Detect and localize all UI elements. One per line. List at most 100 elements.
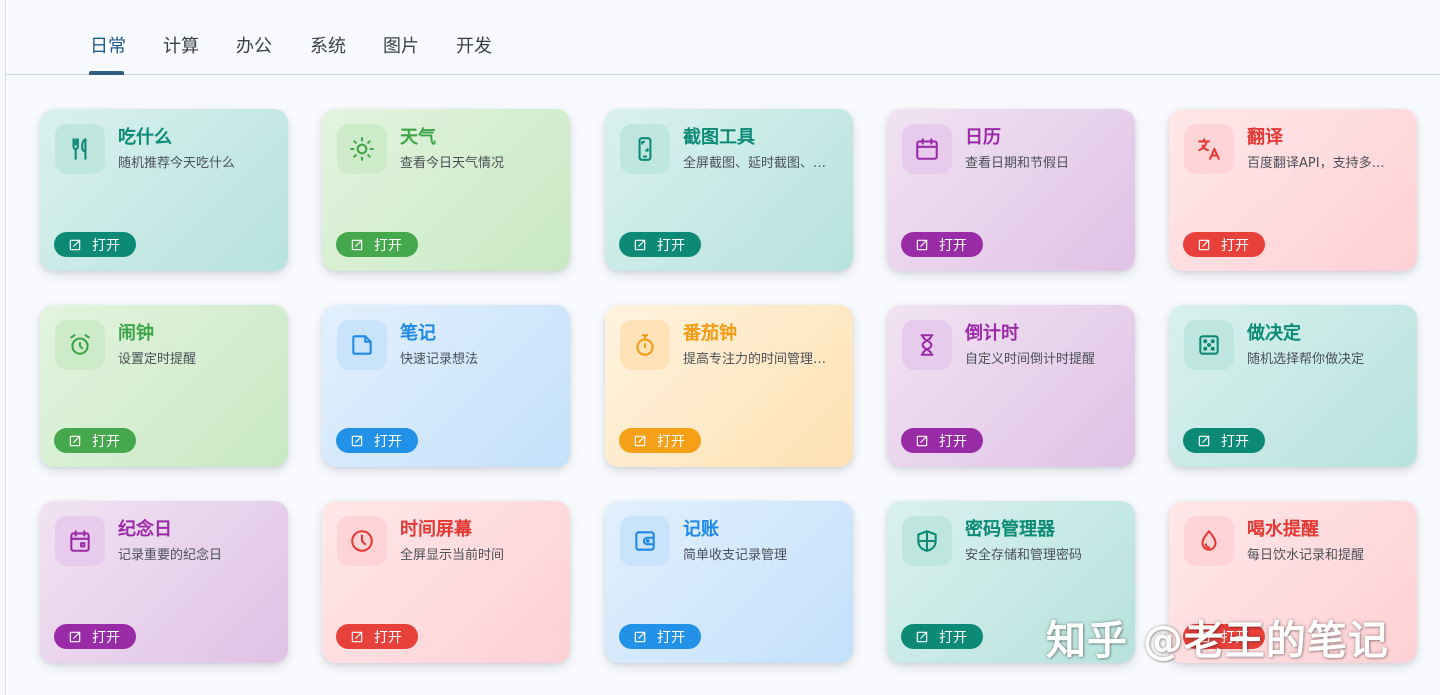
open-button[interactable]: 打开 — [619, 428, 701, 453]
tool-icon-box — [1184, 320, 1234, 370]
screenshot-icon — [638, 137, 652, 161]
open-button-label: 打开 — [1221, 433, 1249, 450]
external-link-icon — [634, 435, 646, 446]
tool-description: 记录重要的纪念日 — [118, 548, 223, 563]
tool-icon-box — [620, 516, 670, 566]
clock-icon — [351, 530, 373, 552]
open-button[interactable]: 打开 — [54, 428, 136, 453]
watermark: 知乎 @老王的笔记 — [1046, 618, 1389, 664]
external-link-icon — [351, 435, 363, 446]
open-button-label: 打开 — [1221, 237, 1249, 254]
tool-icon-box — [1184, 124, 1234, 174]
tool-card[interactable]: 日历 查看日期和节假日 打开 — [887, 109, 1135, 271]
external-link-icon — [916, 631, 928, 642]
tool-card[interactable]: 笔记 快速记录想法 打开 — [322, 305, 570, 467]
tool-card[interactable]: 时间屏幕全屏显示当前时间打开 — [322, 501, 570, 663]
tool-icon-box — [337, 320, 387, 370]
sun-icon — [350, 137, 374, 161]
external-link-icon — [69, 435, 81, 446]
tool-card[interactable]: 倒计时自定义时间倒计时提醒打开 — [887, 305, 1135, 467]
tool-title: 时间屏幕 — [400, 519, 472, 540]
open-button[interactable]: 打开 — [619, 624, 701, 649]
external-link-icon — [916, 435, 928, 446]
translate-icon — [1198, 138, 1220, 160]
open-button-label: 打开 — [657, 629, 685, 646]
tool-title: 日历 — [965, 127, 1001, 148]
external-link-icon — [69, 239, 81, 250]
external-link-icon — [1198, 239, 1210, 250]
stopwatch-icon — [636, 334, 654, 356]
tool-description: 提高专注力的时间管理… — [683, 352, 827, 367]
tool-icon-box — [55, 124, 105, 174]
tool-card[interactable]: 翻译百度翻译API，支持多… 打开 — [1169, 109, 1417, 271]
open-button[interactable]: 打开 — [336, 232, 418, 257]
tool-card[interactable]: 闹钟 设置定时提醒 打开 — [40, 305, 288, 467]
open-button[interactable]: 打开 — [336, 624, 418, 649]
tab-daily[interactable]: 日常 — [90, 32, 126, 58]
tool-description: 简单收支记录管理 — [683, 548, 788, 563]
tab-office[interactable]: 办公 — [236, 32, 272, 58]
tool-card[interactable]: 天气 查看今日天气情况 打开 — [322, 109, 570, 271]
tool-card[interactable]: 截图工具 全屏截图、延时截图、… 打开 — [605, 109, 853, 271]
tool-title: 记账 — [683, 519, 719, 540]
calendar-icon — [916, 138, 938, 160]
tool-title: 截图工具 — [683, 127, 755, 148]
tab-bar: 日常 计算 办公 系统 图片 开发 — [6, 0, 1440, 75]
open-button[interactable]: 打开 — [54, 624, 136, 649]
tool-icon-box — [55, 516, 105, 566]
open-button-label: 打开 — [657, 237, 685, 254]
open-button[interactable]: 打开 — [619, 232, 701, 257]
tool-icon-box — [1184, 516, 1234, 566]
utensils-icon — [72, 138, 87, 160]
open-button[interactable]: 打开 — [54, 232, 136, 257]
tool-card[interactable]: 吃什么 随机推荐今天吃什么 打开 — [40, 109, 288, 271]
app-window: 日常 计算 办公 系统 图片 开发 吃什么 随机推荐今天吃什么 打开 天气 查看今日天气… — [5, 0, 1440, 695]
tool-description: 自定义时间倒计时提醒 — [965, 352, 1096, 367]
tool-card[interactable]: 记账简单收支记录管理打开 — [605, 501, 853, 663]
tab-images[interactable]: 图片 — [383, 32, 419, 58]
tool-title: 闹钟 — [118, 323, 154, 344]
open-button[interactable]: 打开 — [901, 624, 983, 649]
external-link-icon — [634, 239, 646, 250]
external-link-icon — [1198, 435, 1210, 446]
tool-description: 随机选择帮你做决定 — [1247, 352, 1365, 367]
open-button-label: 打开 — [939, 433, 967, 450]
open-button-label: 打开 — [939, 629, 967, 646]
tool-icon-box — [55, 320, 105, 370]
tool-title: 倒计时 — [965, 323, 1019, 344]
tool-icon-box — [337, 124, 387, 174]
tool-title: 翻译 — [1247, 127, 1283, 148]
tool-description: 百度翻译API，支持多… — [1247, 156, 1385, 171]
tool-title: 天气 — [400, 127, 436, 148]
tool-card[interactable]: 纪念日 记录重要的纪念日 打开 — [40, 501, 288, 663]
calendar-event-icon — [70, 530, 90, 552]
open-button[interactable]: 打开 — [901, 428, 983, 453]
tab-system[interactable]: 系统 — [310, 32, 346, 58]
tool-icon-box — [902, 516, 952, 566]
tool-description: 安全存储和管理密码 — [965, 548, 1083, 563]
open-button[interactable]: 打开 — [1183, 232, 1265, 257]
tool-card[interactable]: 番茄钟提高专注力的时间管理… 打开 — [605, 305, 853, 467]
open-button[interactable]: 打开 — [1183, 428, 1265, 453]
tool-icon-box — [620, 124, 670, 174]
external-link-icon — [916, 239, 928, 250]
open-button-label: 打开 — [92, 629, 120, 646]
open-button-label: 打开 — [92, 237, 120, 254]
open-button[interactable]: 打开 — [901, 232, 983, 257]
tool-description: 全屏显示当前时间 — [400, 548, 505, 563]
open-button-label: 打开 — [939, 237, 967, 254]
tool-icon-box — [337, 516, 387, 566]
tool-title: 番茄钟 — [683, 323, 737, 344]
alarm-icon — [70, 334, 90, 355]
tool-icon-box — [902, 320, 952, 370]
active-tab-indicator — [89, 71, 124, 75]
tool-title: 笔记 — [400, 323, 436, 344]
tab-calculate[interactable]: 计算 — [163, 32, 199, 58]
note-icon — [352, 335, 372, 355]
open-button-label: 打开 — [374, 629, 402, 646]
open-button-label: 打开 — [657, 433, 685, 450]
tab-develop[interactable]: 开发 — [456, 32, 492, 58]
external-link-icon — [634, 631, 646, 642]
open-button[interactable]: 打开 — [336, 428, 418, 453]
tool-card[interactable]: 做决定 随机选择帮你做决定 打开 — [1169, 305, 1417, 467]
